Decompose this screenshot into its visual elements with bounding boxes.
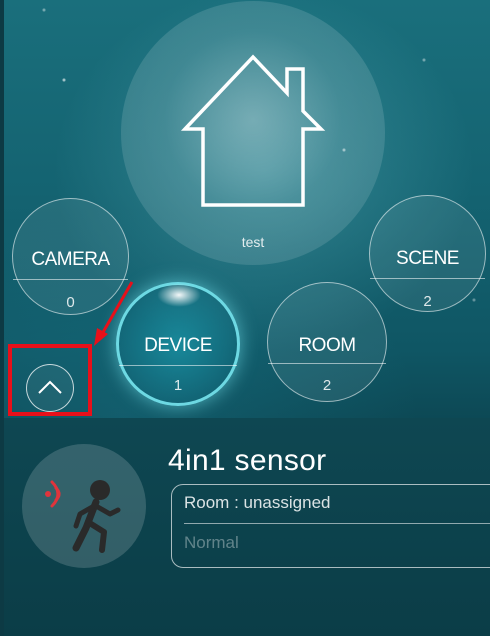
scene-label: SCENE	[396, 248, 459, 269]
app-frame: test CAMERA 0 SCENE 2 DEVICE 1 ROOM 2 4i…	[4, 0, 490, 636]
camera-divider	[13, 279, 128, 280]
room-count: 2	[322, 377, 332, 394]
room-label: ROOM	[298, 335, 356, 356]
camera-button[interactable]: CAMERA 0	[12, 198, 129, 315]
camera-label: CAMERA	[31, 249, 110, 270]
sensor-info-box[interactable]: Room : unassigned Normal	[171, 484, 490, 568]
home-name: test	[241, 234, 265, 250]
scene-count: 2	[423, 293, 432, 310]
camera-count: 0	[66, 294, 75, 311]
scene-button[interactable]: SCENE 2	[369, 195, 486, 312]
home-circle[interactable]: test	[121, 1, 385, 265]
device-list-panel: 4in1 sensor Room : unassigned Normal	[4, 418, 490, 636]
device-divider	[119, 365, 237, 366]
motion-sensor-icon	[45, 480, 121, 553]
sensor-room: Room : unassigned	[184, 493, 331, 512]
sensor-title: 4in1 sensor	[168, 444, 327, 477]
sensor-info-divider	[184, 523, 490, 524]
sensor-avatar[interactable]	[22, 444, 146, 568]
scene-divider	[370, 278, 485, 279]
house-icon	[180, 54, 326, 207]
room-divider	[268, 363, 386, 364]
device-button[interactable]: DEVICE 1	[116, 282, 240, 406]
room-button[interactable]: ROOM 2	[267, 282, 387, 402]
device-label: DEVICE	[144, 335, 212, 356]
device-glow	[157, 283, 201, 307]
annotation-highlight-box	[8, 344, 92, 416]
sensor-status: Normal	[184, 533, 239, 552]
device-count: 1	[173, 377, 183, 394]
